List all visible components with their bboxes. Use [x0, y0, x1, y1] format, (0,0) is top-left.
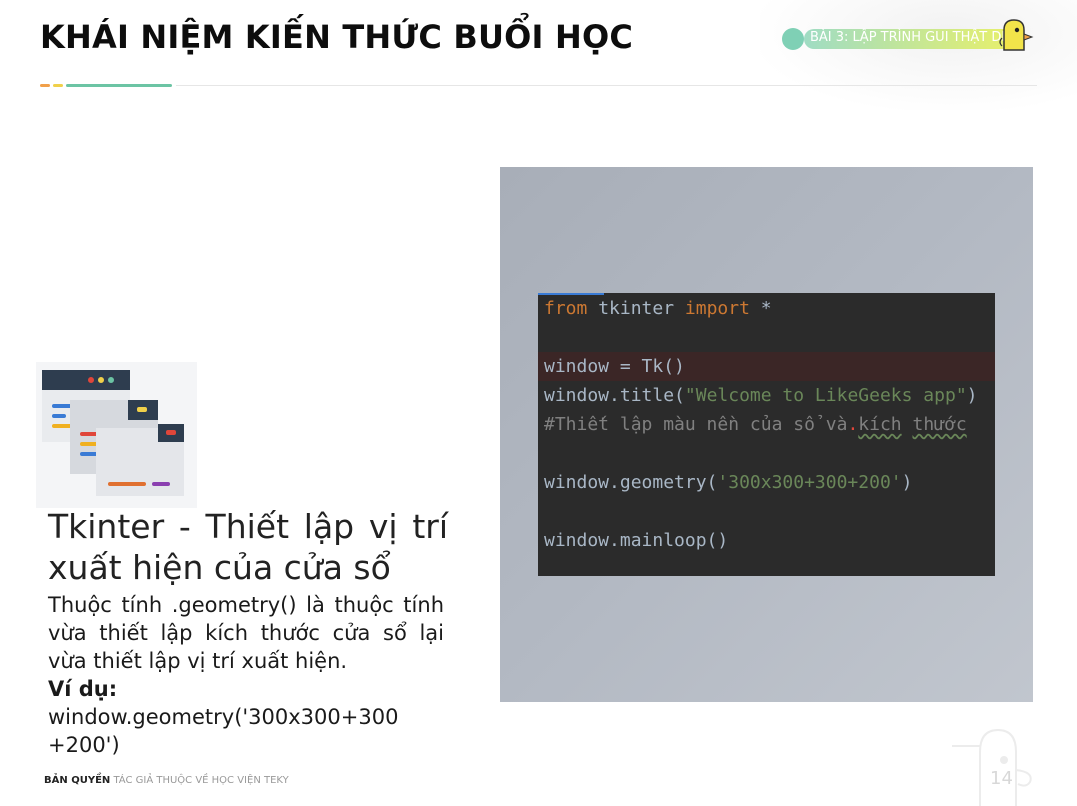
code-line: window.geometry('300x300+300+200') — [544, 472, 913, 493]
code-line: window.mainloop() — [544, 530, 729, 551]
header-glow — [760, 0, 1077, 110]
teky-watermark-icon — [952, 728, 1032, 806]
title-rule-green — [66, 84, 172, 87]
section-heading: Tkinter - Thiết lập vị trí xuất hiện của… — [48, 507, 448, 587]
page-title: KHÁI NIỆM KIẾN THỨC BUỔI HỌC — [40, 18, 634, 56]
code-comment-line: #Thiết lập màu nền của sổ và.kích thước — [544, 414, 967, 435]
code-line: from tkinter import * — [544, 298, 772, 319]
copyright-label: BẢN QUYỀN — [44, 775, 111, 786]
bird-mascot-icon — [999, 19, 1034, 51]
code-line: window = Tk() — [544, 356, 685, 377]
description-text: Thuộc tính .geometry() là thuộc tính vừa… — [48, 593, 444, 673]
code-line: window.title("Welcome to LikeGeeks app") — [544, 385, 978, 406]
badge-dot — [782, 28, 804, 50]
code-editor-screenshot: from tkinter import * window = Tk() wind… — [538, 293, 995, 576]
window-layout-illustration — [36, 362, 197, 508]
title-rule-orange — [40, 84, 50, 87]
section-body: Thuộc tính .geometry() là thuộc tính vừa… — [48, 591, 444, 759]
lesson-badge: BÀI 3: LẬP TRÌNH GUI THẬT DỄ — [780, 19, 1040, 52]
page-number: 14 — [990, 768, 1013, 789]
lesson-badge-text: BÀI 3: LẬP TRÌNH GUI THẬT DỄ — [810, 30, 1010, 45]
title-rule-yellow — [53, 84, 63, 87]
example-label: Ví dụ: — [48, 677, 118, 701]
title-rule-line — [176, 85, 1037, 86]
copyright-text: TÁC GIẢ THUỘC VỀ HỌC VIỆN TEKY — [113, 775, 289, 786]
example-code-text: window.geometry('300x300+300 +200') — [48, 705, 399, 757]
footer-copyright: BẢN QUYỀN TÁC GIẢ THUỘC VỀ HỌC VIỆN TEKY — [44, 775, 289, 786]
